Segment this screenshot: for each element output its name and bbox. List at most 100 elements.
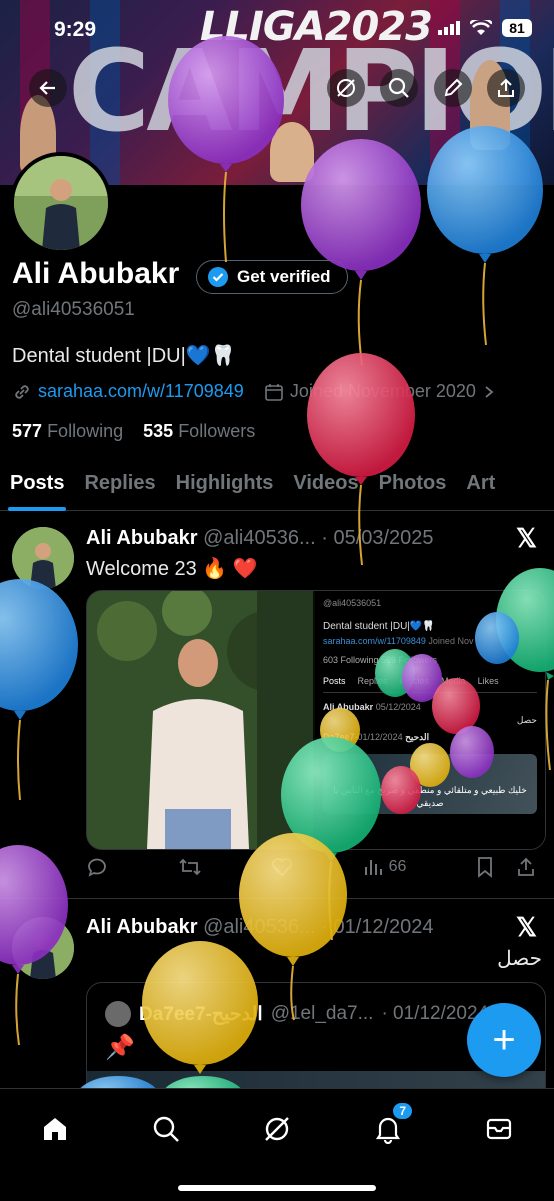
nav-search[interactable] (146, 1109, 186, 1149)
followers-stat[interactable]: 535 Followers (143, 421, 255, 441)
back-button[interactable] (29, 69, 67, 107)
nav-messages[interactable] (479, 1109, 519, 1149)
post-avatar[interactable] (12, 527, 74, 589)
post-secondary-actions (476, 856, 536, 878)
verified-badge-icon (208, 267, 228, 287)
grok-icon (265, 1117, 289, 1141)
share-icon[interactable] (516, 856, 536, 878)
edit-button[interactable] (434, 69, 472, 107)
quoted-author-name: Da7ee7-الدحيح (139, 1003, 263, 1025)
profile-meta: sarahaa.com/w/11709849 Joined November 2… (12, 381, 496, 402)
envelope-icon (486, 1118, 512, 1140)
bookmark-icon[interactable] (476, 856, 494, 878)
post-text: Welcome 23 🔥 ❤️ (86, 558, 258, 580)
compose-post-button[interactable]: + (467, 1003, 541, 1077)
followers-count: 535 (143, 421, 174, 441)
post-author-name[interactable]: Ali Abubakr (86, 916, 198, 938)
post-text: حصل (497, 948, 542, 970)
nav-grok[interactable] (257, 1109, 297, 1149)
avatar-photo (12, 917, 74, 979)
grok-icon (337, 79, 355, 97)
profile-joined: Joined November 2020 (289, 381, 476, 401)
avatar-photo (14, 156, 108, 250)
quoted-author-handle: @1el_da7... (270, 1003, 374, 1024)
tab-highlights[interactable]: Highlights (166, 458, 284, 510)
repost-button[interactable] (178, 856, 202, 878)
search-icon (153, 1116, 179, 1142)
wifi-icon (470, 20, 492, 35)
search-icon (388, 77, 409, 98)
post-header: Ali Abubakr @ali40536... · 01/12/2024 (86, 916, 434, 939)
following-count: 577 (12, 421, 43, 441)
x-logo-icon: 𝕏 (516, 912, 537, 942)
nav-notifications[interactable]: 7 (368, 1101, 414, 1149)
post-author-handle[interactable]: @ali40536... (203, 527, 316, 549)
pin-icon: 📌 (105, 1034, 135, 1061)
cellular-signal-icon (438, 21, 460, 35)
embedded-profile-screenshot: @ali40536051 Dental student |DU|💙🦷 sarah… (315, 591, 545, 849)
post-author-handle[interactable]: @ali40536... (203, 916, 316, 938)
battery-icon: 81 (502, 19, 532, 37)
embedded-post-header: Ali Abubakr 05/12/2024 (323, 701, 421, 712)
home-icon (44, 1118, 66, 1140)
pencil-icon (444, 78, 463, 97)
embedded-link: sarahaa.com/w/11709849 Joined Nov (323, 635, 474, 646)
profile-avatar[interactable] (10, 152, 112, 254)
post-date: · 01/12/2024 (321, 916, 434, 938)
post-date: · 05/03/2025 (321, 527, 434, 549)
post-header: Ali Abubakr @ali40536... · 05/03/2025 (86, 527, 434, 550)
following-label: Following (47, 421, 124, 441)
embedded-quoted-header: Da7ee7-الدحيح 01/12/2024 (323, 731, 430, 742)
following-stat[interactable]: 577 Following (12, 421, 123, 441)
views-count: 66 (388, 858, 407, 875)
embedded-handle: @ali40536051 (323, 598, 382, 608)
avatar-photo (12, 527, 74, 589)
status-icons: 81 (438, 19, 532, 37)
embedded-stats: 603 Following 569 Followers (323, 654, 438, 665)
post-media[interactable]: @ali40536051 Dental student |DU|💙🦷 sarah… (86, 590, 546, 850)
embedded-video-thumb: خليك طبيعي و متلقائي و منطقي و صريح مع ا… (323, 753, 537, 814)
followers-label: Followers (178, 421, 256, 441)
bottom-nav: 7 (0, 1088, 554, 1201)
profile-follow-stats: 577 Following 535 Followers (12, 421, 255, 442)
tab-replies[interactable]: Replies (74, 458, 165, 510)
profile-link[interactable]: sarahaa.com/w/11709849 (38, 381, 244, 402)
profile-name: Ali Abubakr (12, 257, 180, 290)
notification-badge: 7 (391, 1101, 414, 1121)
grok-button[interactable] (327, 69, 365, 107)
share-button[interactable] (487, 69, 525, 107)
profile-tabs: Posts Replies Highlights Videos Photos A… (0, 458, 554, 511)
heart-icon (272, 858, 292, 877)
views-bar-chart-icon (364, 860, 382, 875)
comment-icon (88, 858, 106, 877)
nav-home[interactable] (35, 1109, 75, 1149)
get-verified-label: Get verified (237, 267, 331, 286)
status-time: 9:29 (54, 18, 97, 41)
search-button[interactable] (380, 69, 418, 107)
tab-photos[interactable]: Photos (369, 458, 457, 510)
get-verified-button[interactable]: Get verified (196, 260, 348, 294)
post-photo[interactable] (87, 591, 313, 849)
share-icon (498, 78, 514, 97)
embedded-tabs: Posts Replies Articles Media Likes (323, 675, 537, 693)
chevron-right-icon[interactable] (482, 385, 496, 399)
tab-articles[interactable]: Art (456, 458, 505, 510)
views-button[interactable]: 66 (363, 857, 407, 877)
post-divider (0, 898, 554, 899)
tab-posts[interactable]: Posts (0, 458, 74, 511)
tab-videos[interactable]: Videos (283, 458, 368, 510)
reply-button[interactable] (86, 856, 108, 878)
quoted-post-header: Da7ee7-الدحيح @1el_da7... · 01/12/2024 (105, 1001, 488, 1027)
post-avatar[interactable] (12, 917, 74, 979)
calendar-icon (265, 383, 283, 401)
home-indicator[interactable] (178, 1185, 376, 1191)
profile-bio: Dental student |DU|💙🦷 (12, 345, 236, 367)
repost-icon (178, 858, 201, 876)
like-button[interactable] (271, 856, 293, 878)
post-author-name[interactable]: Ali Abubakr (86, 527, 198, 549)
banner-player-photo (270, 122, 314, 182)
link-icon (15, 384, 29, 399)
post-actions: 66 (86, 856, 536, 878)
profile-handle: @ali40536051 (12, 299, 135, 320)
quoted-avatar (105, 1001, 131, 1027)
